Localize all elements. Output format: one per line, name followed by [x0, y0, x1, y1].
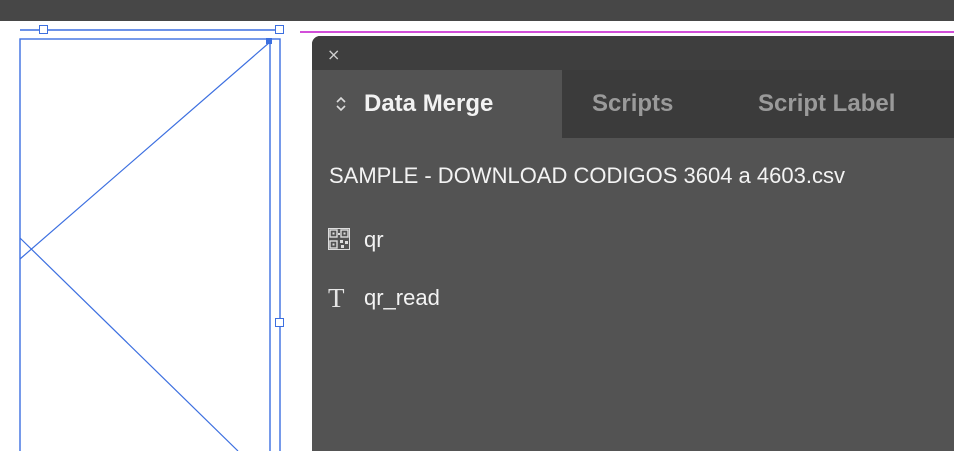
panel-tab-bar: Data Merge Scripts Script Label [312, 70, 954, 138]
placeholder-cross-line-2 [19, 237, 239, 451]
selection-handle-top-left[interactable] [39, 25, 48, 34]
selection-handle-top-right[interactable] [275, 25, 284, 34]
tab-script-label[interactable]: Script Label [758, 70, 895, 138]
expand-collapse-icon[interactable] [334, 95, 348, 113]
frame-corner-point [266, 38, 272, 44]
panel-titlebar[interactable]: × [312, 36, 954, 70]
field-name-qr-read: qr_read [364, 285, 440, 310]
close-icon[interactable]: × [327, 47, 340, 63]
data-source-filename: SAMPLE - DOWNLOAD CODIGOS 3604 a 4603.cs… [329, 163, 845, 188]
field-row-qr[interactable]: qr [312, 220, 954, 260]
image-field-icon [328, 228, 350, 250]
text-field-icon: T [328, 283, 345, 313]
field-name-qr: qr [364, 227, 384, 252]
tab-data-merge-label: Data Merge [364, 90, 494, 117]
indesign-workspace: × Data Merge Scripts Script Label SAMPLE… [0, 0, 954, 451]
selection-handle-middle-right[interactable] [275, 318, 284, 327]
field-row-qr-read[interactable]: T qr_read [312, 278, 954, 318]
tab-scripts[interactable]: Scripts [592, 70, 673, 138]
data-merge-panel: × Data Merge Scripts Script Label SAMPLE… [312, 36, 954, 451]
tab-data-merge[interactable]: Data Merge [312, 70, 562, 138]
frame-outer-edge [19, 38, 281, 451]
placeholder-cross-line-1 [19, 41, 271, 260]
